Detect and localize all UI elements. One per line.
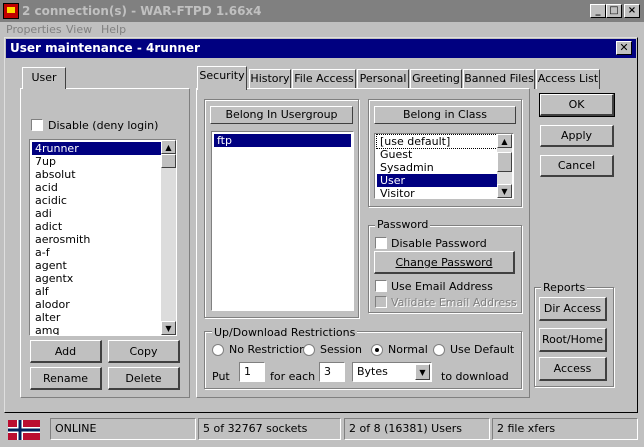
copy-button[interactable]: Copy: [108, 340, 180, 363]
user-list-item[interactable]: adi: [32, 207, 162, 220]
unit-select-value: Bytes: [357, 365, 388, 378]
tab-access-list[interactable]: Access List: [536, 69, 600, 89]
user-list-item[interactable]: agent: [32, 259, 162, 272]
no-restriction-label: No Restriction: [229, 343, 307, 356]
app-icon: [3, 3, 19, 19]
disable-password-label: Disable Password: [391, 237, 487, 250]
user-list-item[interactable]: agentx: [32, 272, 162, 285]
validate-email-checkbox[interactable]: [375, 296, 387, 308]
minimize-icon[interactable]: _: [590, 4, 606, 18]
disable-login-label: Disable (deny login): [48, 119, 159, 132]
radio-use-default[interactable]: [433, 344, 445, 356]
menu-properties[interactable]: Properties: [6, 23, 62, 36]
tab-greeting[interactable]: Greeting: [410, 69, 462, 89]
user-list-item[interactable]: alter: [32, 311, 162, 324]
user-list-item[interactable]: adict: [32, 220, 162, 233]
tab-banned-files[interactable]: Banned Files: [463, 69, 535, 89]
validate-email-label: Validate Email Address: [391, 296, 517, 309]
user-list-item[interactable]: acid: [32, 181, 162, 194]
status-xfers: 2 file xfers: [492, 418, 638, 440]
use-default-label: Use Default: [450, 343, 515, 356]
usergroup-item[interactable]: ftp: [214, 134, 351, 147]
status-users: 2 of 8 (16381) Users: [344, 418, 490, 440]
tab-user[interactable]: User: [22, 67, 66, 89]
disable-password-checkbox[interactable]: [375, 237, 387, 249]
maximize-icon[interactable]: □: [606, 4, 622, 18]
dialog-close-icon[interactable]: ✕: [616, 41, 632, 55]
class-item[interactable]: Visitor: [377, 187, 497, 198]
dir-access-button[interactable]: Dir Access: [539, 297, 607, 321]
for-each-input[interactable]: 3: [319, 362, 345, 382]
put-input[interactable]: 1: [239, 362, 265, 382]
window-title: 2 connection(s) - WAR-FTPD 1.66x4: [22, 4, 262, 18]
class-list[interactable]: [use default] Guest Sysadmin User Visito…: [374, 133, 514, 199]
class-header: Belong in Class: [374, 106, 516, 124]
ok-button[interactable]: OK: [539, 93, 615, 117]
scroll-up-icon[interactable]: ▲: [161, 140, 176, 154]
use-email-label: Use Email Address: [391, 280, 493, 293]
put-label: Put: [212, 370, 230, 383]
norway-flag-icon: [8, 420, 40, 440]
normal-label: Normal: [388, 343, 428, 356]
apply-button[interactable]: Apply: [540, 125, 614, 147]
user-list-item[interactable]: aerosmith: [32, 233, 162, 246]
class-item[interactable]: Guest: [377, 148, 497, 161]
usergroup-header: Belong In Usergroup: [210, 106, 353, 124]
restrictions-legend: Up/Download Restrictions: [212, 326, 358, 339]
menu-help[interactable]: Help: [101, 23, 126, 36]
radio-session[interactable]: [303, 344, 315, 356]
class-list-scrollbar[interactable]: ▲ ▼: [497, 134, 512, 198]
user-list-item[interactable]: acidic: [32, 194, 162, 207]
access-button[interactable]: Access: [539, 357, 607, 381]
scroll-down-icon[interactable]: ▼: [497, 184, 512, 198]
reports-legend: Reports: [541, 281, 588, 294]
delete-button[interactable]: Delete: [108, 367, 180, 390]
radio-no-restriction[interactable]: [212, 344, 224, 356]
scroll-up-icon[interactable]: ▲: [497, 134, 512, 148]
usergroup-list[interactable]: ftp: [211, 131, 354, 311]
change-password-button[interactable]: Change Password: [374, 251, 515, 274]
menu-view[interactable]: View: [66, 23, 92, 36]
session-label: Session: [320, 343, 362, 356]
class-item[interactable]: Sysadmin: [377, 161, 497, 174]
tab-personal[interactable]: Personal: [357, 69, 409, 89]
scroll-thumb[interactable]: [497, 152, 512, 172]
close-window-icon[interactable]: ×: [624, 4, 640, 18]
user-list-item[interactable]: absolut: [32, 168, 162, 181]
status-online: ONLINE: [50, 418, 196, 440]
scroll-thumb[interactable]: [161, 154, 176, 168]
disable-login-checkbox[interactable]: [31, 119, 43, 131]
use-email-checkbox[interactable]: [375, 280, 387, 292]
menu-bar: Properties View Help: [0, 22, 644, 38]
dialog-title: User maintenance - 4runner: [6, 39, 636, 58]
tab-security[interactable]: Security: [197, 66, 247, 90]
root-home-button[interactable]: Root/Home: [539, 328, 607, 352]
class-item[interactable]: [use default]: [376, 134, 498, 149]
for-each-label: for each: [270, 370, 316, 383]
tab-history[interactable]: History: [249, 69, 291, 89]
user-list-item[interactable]: alf: [32, 285, 162, 298]
status-sockets: 5 of 32767 sockets: [198, 418, 341, 440]
user-list-scrollbar[interactable]: ▲ ▼: [161, 140, 176, 335]
user-list-item[interactable]: 4runner: [32, 142, 162, 155]
tab-file-access[interactable]: File Access: [292, 69, 356, 89]
user-list-item[interactable]: a-f: [32, 246, 162, 259]
to-download-label: to download: [441, 370, 509, 383]
add-button[interactable]: Add: [30, 340, 102, 363]
cancel-button[interactable]: Cancel: [540, 155, 614, 177]
user-list-item[interactable]: alodor: [32, 298, 162, 311]
scroll-down-icon[interactable]: ▼: [161, 321, 176, 335]
class-item[interactable]: User: [377, 174, 497, 187]
radio-normal[interactable]: [371, 344, 383, 356]
password-legend: Password: [375, 218, 431, 231]
main-title-bar: 2 connection(s) - WAR-FTPD 1.66x4: [0, 0, 644, 22]
user-list-item[interactable]: amq: [32, 324, 162, 335]
rename-button[interactable]: Rename: [30, 367, 102, 390]
user-list-item[interactable]: 7up: [32, 155, 162, 168]
user-list[interactable]: 4runner 7up absolut acid acidic adi adict aeros…: [29, 139, 177, 336]
chevron-down-icon[interactable]: ▼: [415, 364, 430, 380]
